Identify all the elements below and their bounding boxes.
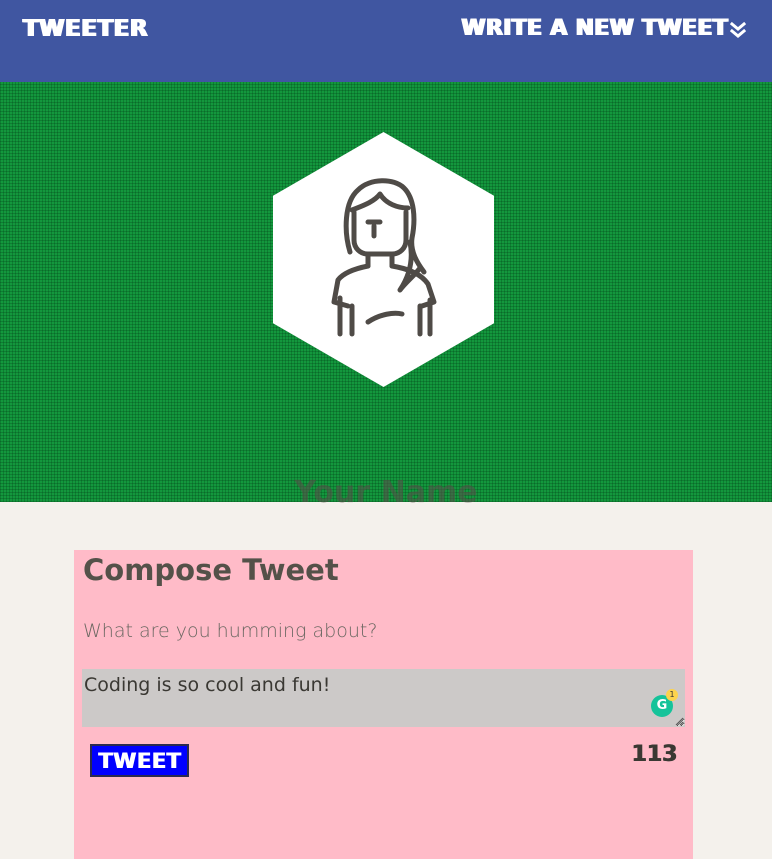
profile-name: Your Name: [294, 474, 478, 510]
tweet-button[interactable]: TWEET: [90, 744, 189, 777]
compose-prompt-label: What are you humming about?: [83, 620, 378, 642]
write-new-tweet-label: WRITE A NEW TWEET: [461, 16, 728, 41]
char-counter: 113: [631, 742, 677, 767]
compose-tweet-panel: Compose Tweet What are you humming about…: [74, 550, 693, 859]
avatar: [273, 132, 494, 387]
grammarly-count-badge: 1: [666, 689, 678, 701]
double-chevron-down-icon: [730, 21, 746, 38]
tweet-textarea[interactable]: [82, 669, 685, 727]
resize-grip-icon[interactable]: [675, 717, 684, 726]
write-new-tweet-toggle[interactable]: WRITE A NEW TWEET: [461, 16, 746, 41]
top-nav: TWEETER WRITE A NEW TWEET: [0, 0, 772, 82]
compose-title: Compose Tweet: [83, 553, 339, 587]
brand-logo[interactable]: TWEETER: [23, 16, 148, 42]
profile-header: Your Name: [0, 82, 772, 510]
female-avatar-icon: [331, 178, 437, 337]
